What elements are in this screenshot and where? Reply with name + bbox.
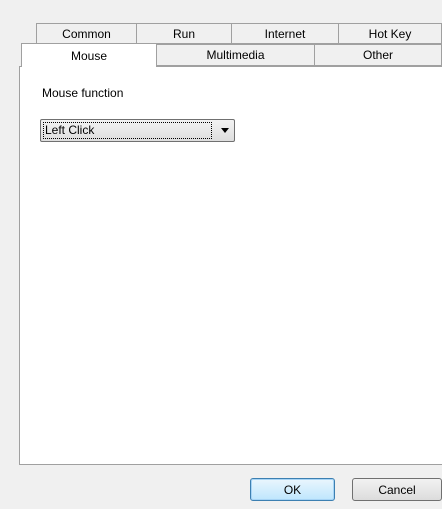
tab-multimedia[interactable]: Multimedia (156, 44, 315, 66)
tab-run[interactable]: Run (136, 23, 232, 44)
tab-other[interactable]: Other (314, 44, 442, 66)
ok-button[interactable]: OK (250, 478, 335, 501)
dialog-window: Common Run Internet Hot Key Mouse Multim… (0, 0, 442, 509)
tab-mouse[interactable]: Mouse (21, 43, 157, 67)
tab-hot-key[interactable]: Hot Key (338, 23, 442, 44)
mouse-function-value: Left Click (43, 122, 212, 139)
mouse-function-label: Mouse function (42, 86, 124, 100)
tab-common[interactable]: Common (36, 23, 137, 44)
cancel-button[interactable]: Cancel (352, 478, 442, 501)
mouse-function-dropdown[interactable]: Left Click (40, 119, 235, 142)
chevron-down-icon (221, 128, 229, 133)
tab-internet[interactable]: Internet (231, 23, 339, 44)
